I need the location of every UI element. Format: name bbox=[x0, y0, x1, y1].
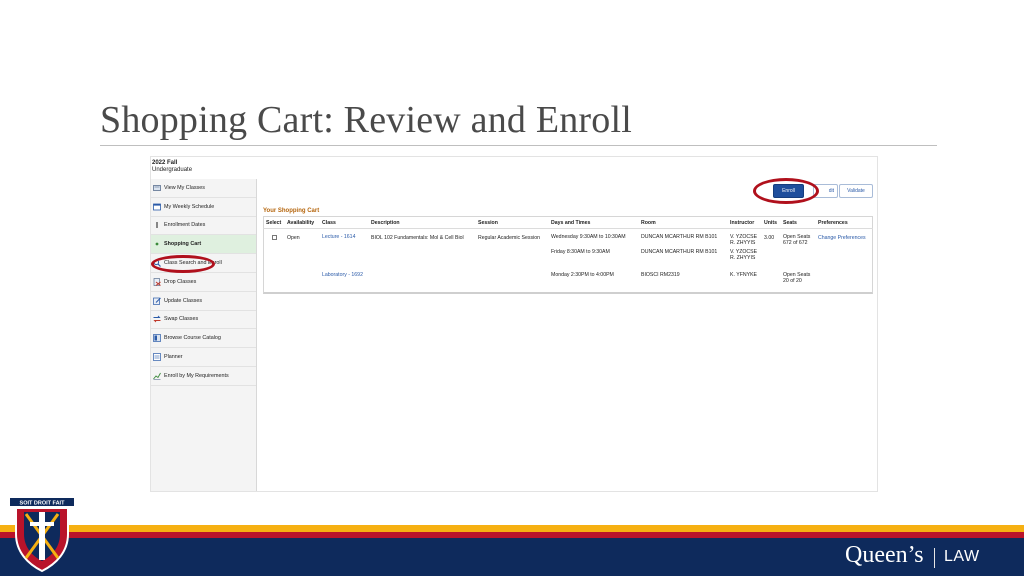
sidebar-item-label: Browse Course Catalog bbox=[164, 335, 221, 342]
col-header-description: Description bbox=[371, 220, 400, 226]
cell-availability: Open bbox=[287, 235, 300, 241]
sidebar-item-label: Enroll by My Requirements bbox=[164, 372, 229, 379]
slide-title: Shopping Cart: Review and Enroll bbox=[100, 99, 632, 141]
term-career: Undergraduate bbox=[152, 167, 193, 173]
title-divider bbox=[100, 145, 937, 146]
sidebar-item-weekly-schedule[interactable]: My Weekly Schedule bbox=[151, 198, 256, 217]
col-header-select: Select bbox=[266, 220, 282, 226]
cell-days-times: Friday 8:30AM to 9:30AM bbox=[551, 249, 610, 255]
sidebar-item-drop-classes[interactable]: Drop Classes bbox=[151, 273, 256, 292]
catalog-icon bbox=[153, 334, 161, 343]
planner-icon bbox=[153, 353, 161, 361]
term-info: 2022 Fall Undergraduate bbox=[152, 160, 192, 174]
view-classes-icon bbox=[153, 184, 161, 192]
sidebar-item-label: View My Classes bbox=[164, 184, 205, 191]
select-checkbox[interactable] bbox=[272, 235, 277, 240]
sidebar-item-browse-catalog[interactable]: Browse Course Catalog bbox=[151, 329, 256, 349]
cell-instructor: R. ZHYYIS bbox=[730, 255, 756, 261]
cell-room: DUNCAN MCARTHUR RM B101 bbox=[641, 234, 718, 240]
col-header-room: Room bbox=[641, 220, 656, 226]
validate-button[interactable]: Validate bbox=[839, 184, 873, 198]
col-header-preferences: Preferences bbox=[818, 220, 848, 226]
col-header-session: Session bbox=[478, 220, 498, 226]
cell-units: 3.00 bbox=[764, 235, 775, 241]
shopping-cart-icon bbox=[153, 240, 161, 248]
cell-session: Regular Academic Session bbox=[478, 235, 540, 241]
weekly-schedule-icon bbox=[153, 203, 161, 211]
sidebar-item-label: Swap Classes bbox=[164, 316, 199, 323]
col-header-seats: Seats bbox=[783, 220, 797, 226]
change-preferences-link[interactable]: Change Preferences bbox=[818, 235, 866, 241]
sidebar-item-label: My Weekly Schedule bbox=[164, 203, 215, 210]
sidebar: View My Classes My Weekly Schedule Enrol… bbox=[151, 179, 257, 491]
col-header-class: Class bbox=[322, 220, 336, 226]
queens-brand: Queen’s bbox=[845, 542, 924, 568]
sidebar-item-shopping-cart[interactable]: Shopping Cart bbox=[151, 235, 256, 255]
cell-instructor: K. YFNYKE bbox=[730, 272, 758, 278]
cell-room: DUNCAN MCARTHUR RM B101 bbox=[641, 249, 718, 255]
cell-description: BIOL 102 Fundamentals: Mol & Cell Biol bbox=[371, 235, 464, 241]
cell-days-times: Wednesday 9:30AM to 10:30AM bbox=[551, 234, 626, 240]
col-header-instructor: Instructor bbox=[730, 220, 755, 226]
enrollment-app-screenshot: 2022 Fall Undergraduate View My Classes … bbox=[150, 156, 878, 492]
highlight-oval-shopping-cart bbox=[151, 255, 215, 273]
highlight-oval-enroll bbox=[753, 178, 819, 204]
sidebar-item-swap-classes[interactable]: Swap Classes bbox=[151, 311, 256, 330]
cell-room: BIOSCI RM2319 bbox=[641, 272, 680, 278]
enrollment-dates-icon bbox=[153, 221, 161, 229]
sidebar-item-label: Shopping Cart bbox=[164, 241, 202, 248]
sidebar-item-planner[interactable]: Planner bbox=[151, 348, 256, 367]
cell-instructor: R. ZHYYIS bbox=[730, 240, 756, 246]
requirements-icon bbox=[153, 372, 161, 380]
cell-seats: 672 of 672 bbox=[783, 240, 808, 246]
cell-seats: 20 of 20 bbox=[783, 278, 802, 284]
col-header-units: Units bbox=[764, 220, 777, 226]
sidebar-item-label: Update Classes bbox=[164, 297, 203, 304]
update-classes-icon bbox=[153, 297, 161, 305]
sidebar-item-enroll-by-requirements[interactable]: Enroll by My Requirements bbox=[151, 367, 256, 386]
sidebar-item-enrollment-dates[interactable]: Enrollment Dates bbox=[151, 217, 256, 236]
law-label: LAW bbox=[944, 548, 980, 565]
term-name: 2022 Fall bbox=[152, 160, 178, 166]
drop-classes-icon bbox=[153, 278, 161, 286]
sidebar-item-update-classes[interactable]: Update Classes bbox=[151, 292, 256, 311]
sidebar-item-label: Planner bbox=[164, 354, 183, 361]
crest-motto: SOIT DROIT FAIT bbox=[20, 501, 66, 507]
sidebar-item-label: Enrollment Dates bbox=[164, 222, 206, 229]
sidebar-item-view-my-classes[interactable]: View My Classes bbox=[151, 179, 256, 198]
col-header-days-times: Days and Times bbox=[551, 220, 591, 226]
class-link-lecture[interactable]: Lecture - 1614 bbox=[322, 234, 355, 240]
shopping-cart-title: Your Shopping Cart bbox=[263, 208, 320, 214]
sidebar-item-label: Drop Classes bbox=[164, 278, 197, 285]
header-divider bbox=[263, 228, 873, 229]
class-link-laboratory[interactable]: Laboratory - 1692 bbox=[322, 272, 363, 278]
queens-law-crest-icon: SOIT DROIT FAIT bbox=[8, 492, 76, 574]
cell-days-times: Monday 2:30PM to 4:00PM bbox=[551, 272, 614, 278]
brand-divider bbox=[934, 548, 935, 568]
main-content: Enroll dit Validate Your Shopping Cart S… bbox=[263, 157, 877, 491]
col-header-availability: Availability bbox=[287, 220, 315, 226]
swap-classes-icon bbox=[153, 315, 161, 323]
